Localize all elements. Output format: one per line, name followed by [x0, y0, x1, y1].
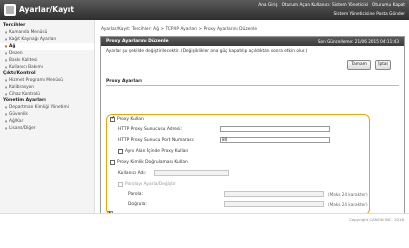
panel-title: Proxy Ayarlarını Düzenle: [106, 39, 169, 44]
ok-button[interactable]: Tamam: [347, 60, 371, 70]
auth-label: Proxy Kimlik Doğrulaması Kullan: [117, 160, 188, 165]
password-hint: (Maks 24 karakter): [328, 192, 368, 197]
sidebar-item-paper-source[interactable]: Kağıt Kaynağı Ayarları: [0, 36, 94, 43]
info-message: Ayarlar şu şekilde değiştirilecektir. (D…: [106, 49, 308, 54]
breadcrumb: Ayarlar/Kayıt: Tercihler: Ağ > TCP/IP Ay…: [101, 27, 258, 32]
sidebar-item-network[interactable]: Ağ: [0, 43, 94, 50]
use-proxy-row: Proxy Kullan: [110, 116, 144, 122]
sidebar-item-utility-menu[interactable]: Hizmet Programı Menüsü: [0, 77, 94, 84]
confirm-hint: (Maks 24 karakter): [328, 202, 368, 207]
auth-row: Proxy Kimlik Doğrulaması Kullan: [110, 160, 188, 165]
port-field[interactable]: 80: [220, 137, 330, 143]
server-address-label: HTTP Proxy Sunucusu Adresi:: [118, 127, 182, 132]
sidebar-item-control-menu[interactable]: Kumanda Menüsü: [0, 29, 94, 36]
confirm-field[interactable]: [224, 201, 324, 207]
password-label: Parola:: [128, 192, 143, 197]
sidebar-item-print-quality[interactable]: Baskı Kalitesi: [0, 57, 94, 64]
username-field[interactable]: [154, 170, 229, 176]
copyright: Copyright CANON INC. 2016: [349, 217, 404, 222]
set-password-label: Parolayı Ayarla/Değiştir: [125, 182, 176, 187]
port-row: HTTP Proxy Sunucu Port Numarası:: [118, 138, 194, 143]
same-domain-checkbox[interactable]: [118, 149, 123, 154]
main-content: Ayarlar/Kayıt: Tercihler: Ağ > TCP/IP Ay…: [96, 20, 409, 217]
use-proxy-checkbox[interactable]: [110, 116, 115, 122]
panel-header: Proxy Ayarlarını Düzenle Son Güncelleme:…: [101, 37, 404, 46]
section-title: Proxy Ayarları: [106, 79, 399, 86]
sidebar-item-security[interactable]: Güvenlik: [0, 111, 94, 118]
auth-checkbox[interactable]: [110, 160, 115, 165]
sidebar-item-device-control[interactable]: Cihaz Kontrolü: [0, 91, 94, 98]
sidebar-item-department-id[interactable]: Departman Kimliği Yönetimi: [0, 104, 94, 111]
confirm-label: Doğrula:: [128, 202, 147, 207]
home-link[interactable]: Ana Giriş: [258, 3, 277, 8]
last-updated: Son Güncelleme: 21/06 2015 04:11:43: [317, 39, 399, 44]
top-header: Ayarlar/Kayıt Ana Giriş Oturum Açan Kull…: [0, 0, 409, 20]
password-field[interactable]: [224, 191, 324, 197]
sidebar: Tercihler Kumanda Menüsü Kağıt Kaynağı A…: [0, 20, 95, 213]
username-row: Kullanıcı Adı:: [118, 171, 146, 176]
same-domain-label: Aynı Alan İçinde Proxy Kullan: [125, 149, 189, 154]
logged-user-link: Oturum Açan Kullanıcı: Sistem Yöneticisi: [281, 3, 369, 8]
cancel-button[interactable]: İptal: [375, 60, 391, 70]
logout-link[interactable]: Oturumu Kapat: [372, 3, 405, 8]
sidebar-item-user-maintenance[interactable]: Kullanıcı Bakımı: [0, 64, 94, 71]
password-row: Parola:: [128, 192, 143, 197]
server-address-field[interactable]: [220, 126, 330, 132]
use-proxy-label: Proxy Kullan: [117, 117, 144, 122]
mail-admin-link[interactable]: Sistem Yöneticisine Posta Gönder: [334, 12, 406, 17]
set-password-row: Parolayı Ayarla/Değiştir: [118, 182, 176, 187]
sidebar-item-calibration[interactable]: Kalibrasyon: [0, 84, 94, 91]
set-password-checkbox[interactable]: [118, 182, 123, 187]
app-title: Ayarlar/Kayıt: [19, 5, 74, 14]
username-label: Kullanıcı Adı:: [118, 171, 147, 176]
app-logo-icon: [4, 4, 16, 16]
sidebar-item-layout[interactable]: Dezen: [0, 50, 94, 57]
server-address-row: HTTP Proxy Sunucusu Adresi:: [118, 127, 182, 132]
footer: Copyright CANON INC. 2016: [0, 213, 409, 248]
port-label: HTTP Proxy Sunucu Port Numarası:: [118, 138, 195, 143]
sidebar-item-network-admin[interactable]: Ağ/Kar: [0, 118, 94, 125]
header-links: Ana Giriş Oturum Açan Kullanıcı: Sistem …: [258, 3, 405, 8]
same-domain-row: Aynı Alan İçinde Proxy Kullan: [118, 149, 188, 154]
sidebar-item-license[interactable]: Lisans/Diğer: [0, 125, 94, 132]
confirm-row: Doğrula:: [128, 202, 147, 207]
